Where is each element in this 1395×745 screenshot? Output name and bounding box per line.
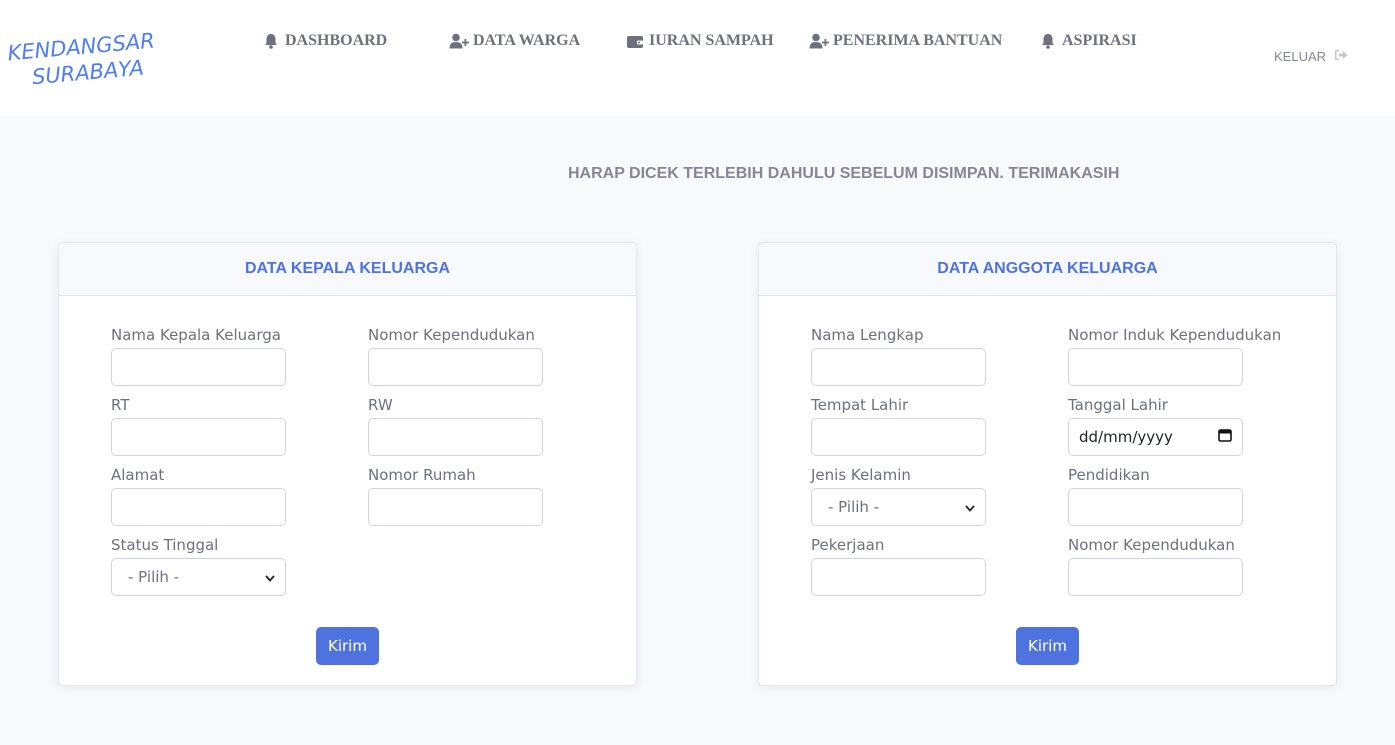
tanggal-lahir-placeholder: dd/mm/yyyy: [1079, 428, 1173, 446]
sign-out-icon: [1334, 49, 1348, 64]
nomor-kependudukan-label: Nomor Kependudukan: [368, 326, 535, 344]
rt-label: RT: [111, 396, 130, 414]
nik-input[interactable]: [1068, 348, 1243, 386]
kepala-keluarga-card: DATA KEPALA KELUARGA Nama Kepala Keluarg…: [58, 242, 637, 686]
nav-aspirasi[interactable]: ASPIRASI: [1038, 31, 1137, 51]
chevron-down-icon: [265, 568, 275, 586]
tempat-lahir-label: Tempat Lahir: [811, 396, 909, 414]
rw-input[interactable]: [368, 418, 543, 456]
status-tinggal-selected: - Pilih -: [128, 568, 180, 586]
nav-aspirasi-label: ASPIRASI: [1062, 32, 1137, 49]
tanggal-lahir-label: Tanggal Lahir: [1068, 396, 1168, 414]
nav-iuran-sampah[interactable]: IURAN SAMPAH: [625, 31, 774, 51]
bell-icon: [261, 33, 281, 49]
jenis-kelamin-label: Jenis Kelamin: [811, 466, 911, 484]
nomor-kependudukan-label: Nomor Kependudukan: [1068, 536, 1235, 554]
nomor-rumah-input[interactable]: [368, 488, 543, 526]
pendidikan-label: Pendidikan: [1068, 466, 1150, 484]
anggota-submit-button[interactable]: Kirim: [1016, 627, 1079, 665]
status-tinggal-label: Status Tinggal: [111, 536, 219, 554]
bell-icon: [1038, 33, 1058, 49]
jenis-kelamin-selected: - Pilih -: [828, 498, 880, 516]
notice-message: HARAP DICEK TERLEBIH DAHULU SEBELUM DISI…: [568, 165, 1120, 182]
anggota-keluarga-card-title: DATA ANGGOTA KELUARGA: [759, 243, 1336, 296]
chevron-down-icon: [965, 498, 975, 516]
user-plus-icon: [449, 33, 469, 49]
nav-penerima-bantuan[interactable]: PENERIMA BANTUAN: [809, 31, 1002, 51]
tanggal-lahir-input[interactable]: dd/mm/yyyy: [1068, 418, 1243, 456]
logout-label: KELUAR: [1274, 48, 1327, 64]
nama-kepala-label: Nama Kepala Keluarga: [111, 326, 281, 344]
jenis-kelamin-select[interactable]: - Pilih -: [811, 488, 986, 526]
tempat-lahir-input[interactable]: [811, 418, 986, 456]
nama-lengkap-input[interactable]: [811, 348, 986, 386]
kepala-keluarga-card-title: DATA KEPALA KELUARGA: [59, 243, 636, 296]
nama-kepala-input[interactable]: [111, 348, 286, 386]
nomor-rumah-label: Nomor Rumah: [368, 466, 476, 484]
rw-label: RW: [368, 396, 393, 414]
nav-dashboard-label: DASHBOARD: [285, 32, 388, 49]
calendar-icon[interactable]: [1218, 428, 1232, 446]
rt-input[interactable]: [111, 418, 286, 456]
alamat-label: Alamat: [111, 466, 165, 484]
user-plus-icon: [809, 33, 829, 49]
pendidikan-input[interactable]: [1068, 488, 1243, 526]
nav-penerima-bantuan-label: PENERIMA BANTUAN: [833, 32, 1003, 49]
nomor-kependudukan-input[interactable]: [1068, 558, 1243, 596]
nav-dashboard[interactable]: DASHBOARD: [261, 31, 387, 51]
nav-iuran-sampah-label: IURAN SAMPAH: [649, 32, 774, 49]
pekerjaan-input[interactable]: [811, 558, 986, 596]
wallet-icon: [625, 33, 645, 49]
alamat-input[interactable]: [111, 488, 286, 526]
nama-lengkap-label: Nama Lengkap: [811, 326, 924, 344]
logout-link[interactable]: KELUAR: [1274, 48, 1348, 64]
status-tinggal-select[interactable]: - Pilih -: [111, 558, 286, 596]
brand-logo[interactable]: KENDANGSARI SURABAYA: [6, 24, 156, 88]
nav-data-warga[interactable]: DATA WARGA: [449, 31, 580, 51]
nav-data-warga-label: DATA WARGA: [473, 32, 581, 49]
anggota-keluarga-card: DATA ANGGOTA KELUARGA Nama Lengkap Nomor…: [758, 242, 1337, 686]
top-navbar: KENDANGSARI SURABAYA DASHBOARD DATA WARG…: [0, 0, 1395, 115]
nik-label: Nomor Induk Kependudukan: [1068, 326, 1282, 344]
pekerjaan-label: Pekerjaan: [811, 536, 885, 554]
nomor-kependudukan-input[interactable]: [368, 348, 543, 386]
kepala-submit-button[interactable]: Kirim: [316, 627, 379, 665]
